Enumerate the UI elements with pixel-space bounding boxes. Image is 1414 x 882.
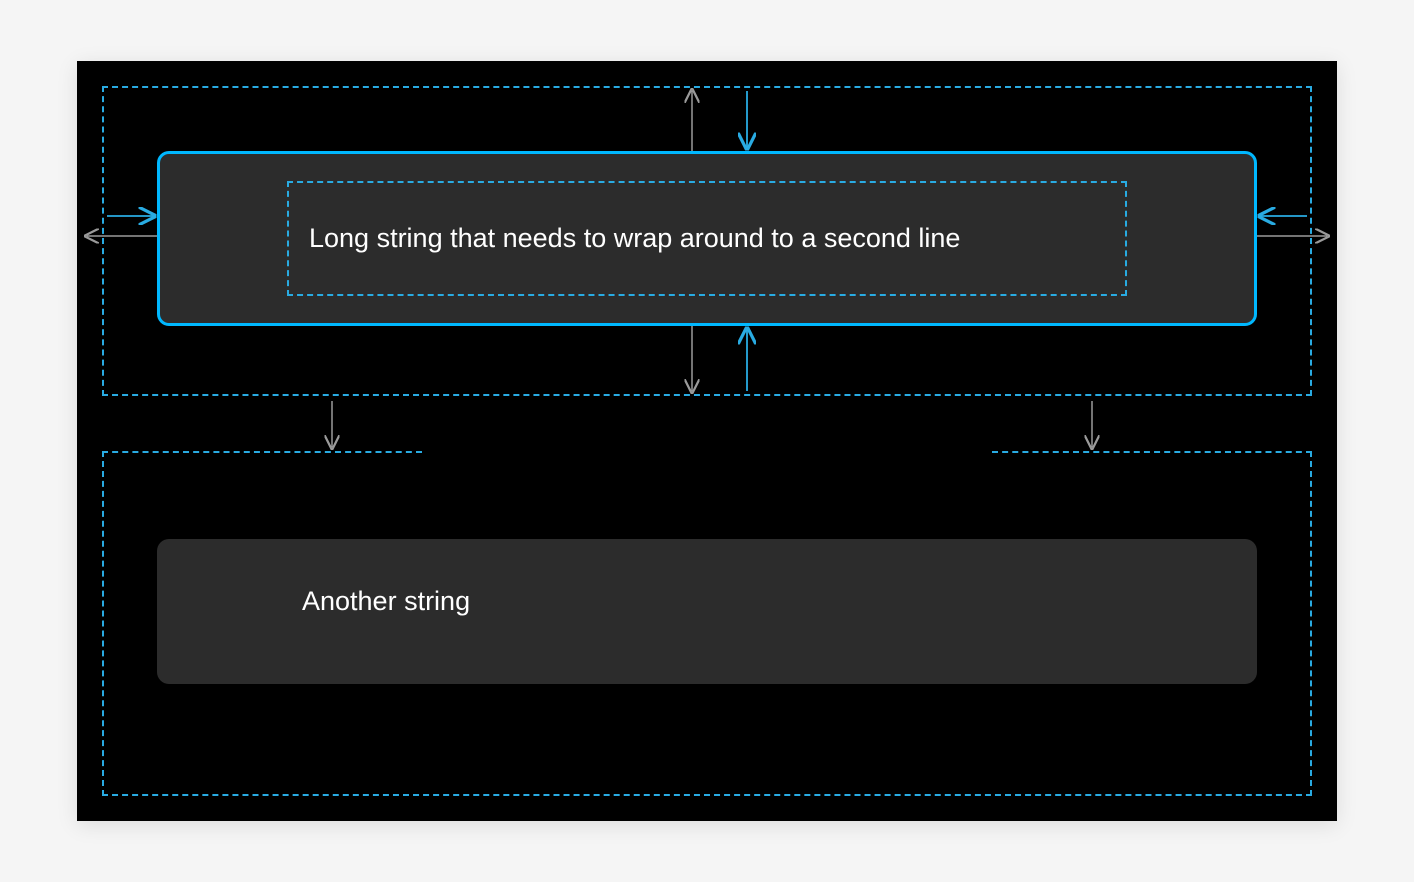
constraint-container-2-top-right	[992, 451, 1312, 453]
text-content-bounds: Long string that needs to wrap around to…	[287, 181, 1127, 296]
row-2-text: Another string	[302, 586, 470, 617]
layout-diagram-canvas: Long string that needs to wrap around to…	[77, 61, 1337, 821]
row-1-text: Long string that needs to wrap around to…	[309, 220, 960, 258]
constraint-container-2-top-left	[102, 451, 422, 453]
